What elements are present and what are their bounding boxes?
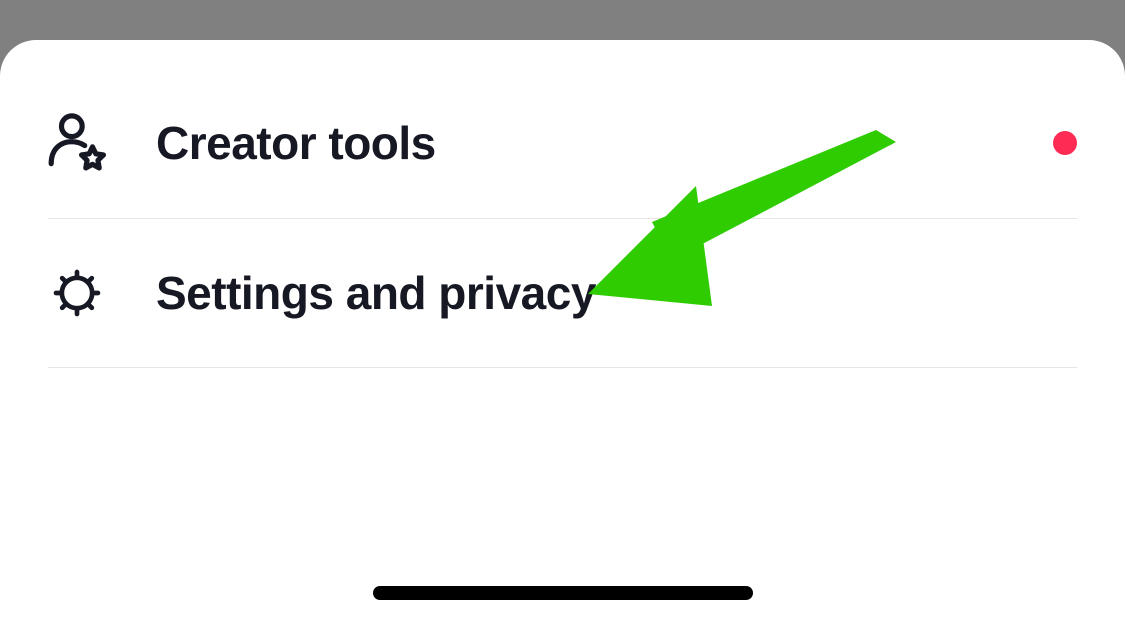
bottom-sheet: Creator tools Settings and privacy <box>0 40 1125 628</box>
notification-dot <box>1053 131 1077 155</box>
menu-item-settings-privacy[interactable]: Settings and privacy <box>0 218 1125 368</box>
home-indicator <box>373 586 753 600</box>
menu-item-creator-tools[interactable]: Creator tools <box>0 68 1125 218</box>
menu-list: Creator tools Settings and privacy <box>0 40 1125 368</box>
menu-item-label: Creator tools <box>108 116 436 170</box>
gear-icon <box>46 262 108 324</box>
menu-item-label: Settings and privacy <box>108 266 596 320</box>
user-star-icon <box>46 112 108 174</box>
